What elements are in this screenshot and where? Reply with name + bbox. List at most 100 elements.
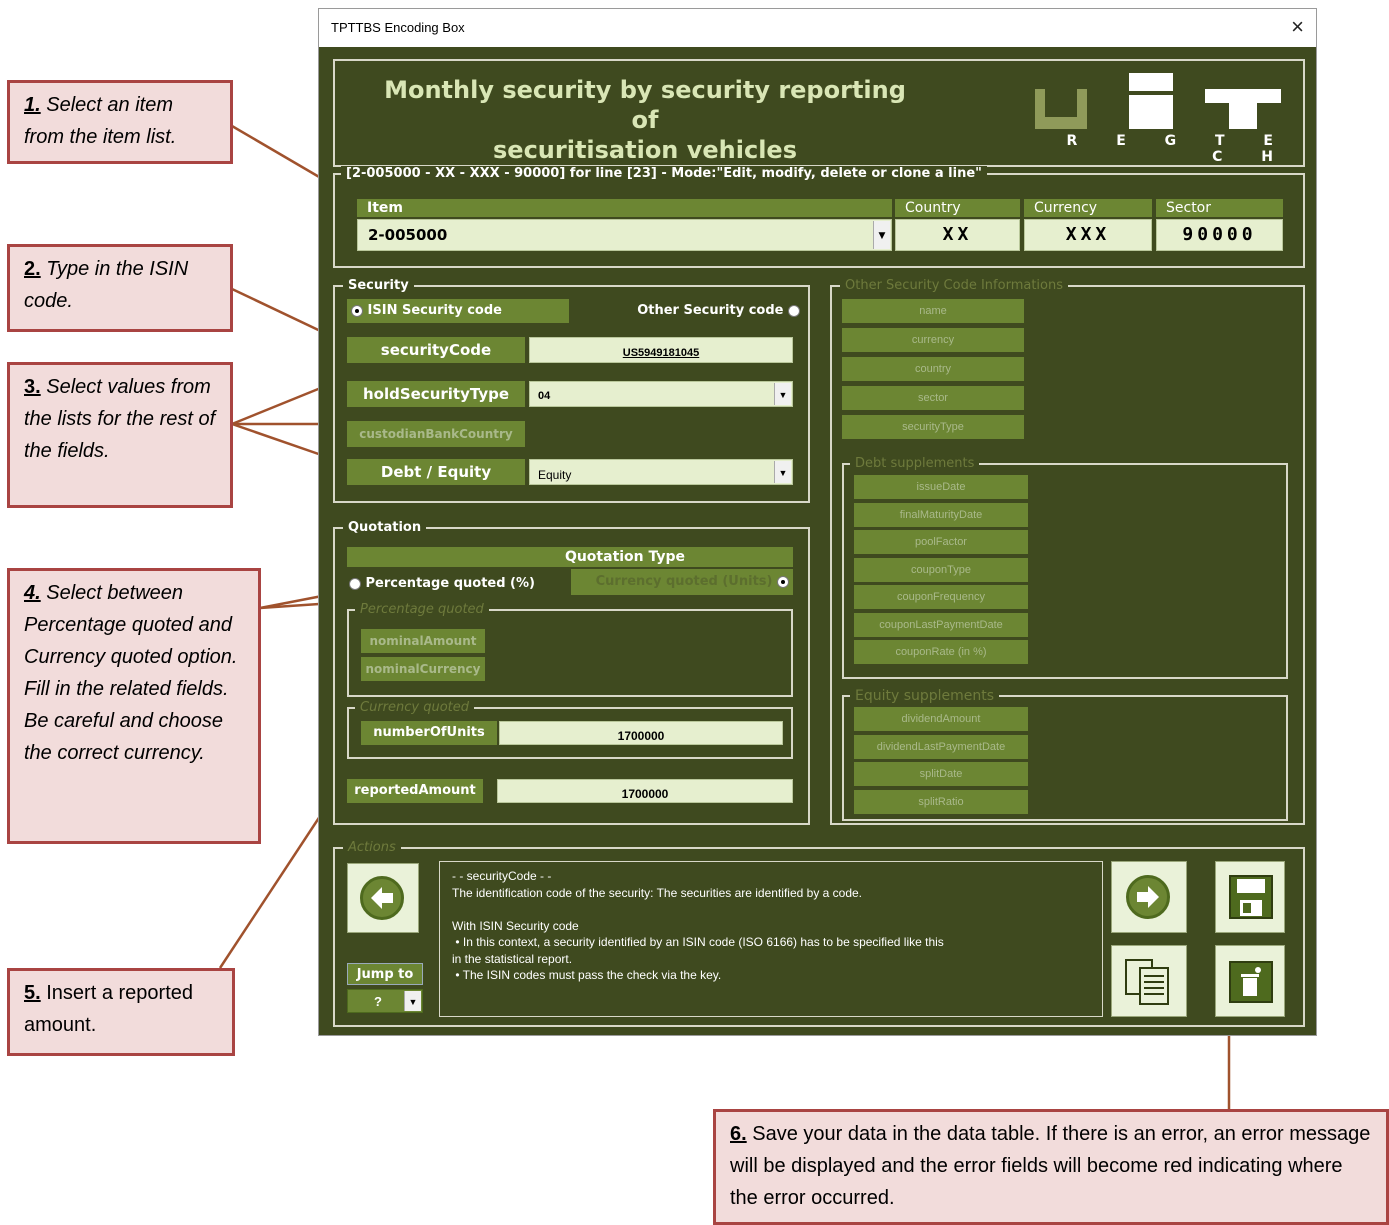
info-field-label: securityType: [842, 415, 1024, 439]
callout-6-number: 6.: [730, 1123, 747, 1145]
info-field-label: issueDate: [854, 475, 1028, 499]
isin-option[interactable]: ISIN Security code: [347, 299, 569, 323]
header-title-line2: securitisation vehicles: [493, 136, 797, 164]
reported-amount-value: 1700000: [621, 787, 669, 801]
percentage-label: Percentage quoted (%): [365, 576, 535, 591]
close-icon[interactable]: ×: [1291, 14, 1304, 40]
callout-4-number: 4.: [24, 582, 41, 604]
callout-6: 6. Save your data in the data table. If …: [713, 1109, 1389, 1225]
chevron-down-icon[interactable]: ▼: [404, 991, 421, 1011]
other-code-label: Other Security code: [637, 303, 784, 318]
actions-legend: Actions: [343, 840, 401, 855]
callout-5-text: Insert a reported amount.: [24, 982, 193, 1036]
help-line: • In this context, a security identified…: [452, 935, 944, 949]
chevron-down-icon[interactable]: ▼: [873, 221, 890, 249]
callout-6-text: Save your data in the data table. If the…: [730, 1123, 1371, 1209]
save-button[interactable]: [1215, 861, 1285, 933]
actions-section: Actions Jump to ? ▼ - - securityCode - -…: [333, 840, 1305, 1027]
quotation-legend: Quotation: [343, 520, 427, 535]
info-field-label: couponFrequency: [854, 585, 1028, 609]
percentage-quoted-group: Percentage quoted nominalAmount nominalC…: [347, 602, 793, 697]
item-header: Item: [357, 199, 892, 217]
help-line: in the statistical report.: [452, 951, 573, 966]
header-panel: Monthly security by security reporting o…: [333, 59, 1305, 167]
help-line: • The ISIN codes must pass the check via…: [452, 968, 722, 982]
jump-to-select[interactable]: ? ▼: [347, 989, 423, 1013]
reported-amount-input[interactable]: 1700000: [497, 779, 793, 803]
other-info-legend: Other Security Code Informations: [840, 278, 1068, 293]
chevron-down-icon[interactable]: ▼: [774, 383, 791, 405]
info-field-label: sector: [842, 386, 1024, 410]
percentage-quoted-legend: Percentage quoted: [355, 602, 489, 617]
isin-radio[interactable]: [351, 304, 363, 317]
currency-radio[interactable]: [777, 575, 789, 588]
info-field-label: country: [842, 357, 1024, 381]
line-section: [2-005000 - XX - XXX - 90000] for line […: [333, 166, 1305, 268]
info-field-label: currency: [842, 328, 1024, 352]
isin-label: ISIN Security code: [367, 303, 502, 318]
clone-button[interactable]: [1111, 945, 1187, 1017]
encoding-box-window: TPTTBS Encoding Box × Monthly security b…: [318, 8, 1317, 1036]
percentage-radio[interactable]: [349, 577, 361, 590]
help-line: [452, 901, 1090, 918]
help-line: - - securityCode - -: [452, 869, 552, 883]
header-title: Monthly security by security reporting o…: [375, 75, 915, 165]
debt-equity-select[interactable]: Equity ▼: [529, 459, 793, 485]
other-code-option[interactable]: Other Security code: [605, 303, 800, 318]
callout-3-text: Select values from the lists for the res…: [24, 376, 216, 462]
hold-security-type-select[interactable]: 04 ▼: [529, 381, 793, 407]
line-section-legend: [2-005000 - XX - XXX - 90000] for line […: [341, 166, 987, 181]
item-select[interactable]: 2-005000 ▼: [357, 219, 892, 251]
window-title: TPTTBS Encoding Box: [331, 20, 465, 35]
trash-icon: [1229, 961, 1273, 1003]
callout-4-text: Select between Percentage quoted and Cur…: [24, 582, 238, 764]
security-code-label: securityCode: [347, 337, 525, 363]
other-code-radio[interactable]: [788, 304, 800, 317]
number-of-units-value: 1700000: [617, 729, 665, 743]
security-section: Security ISIN Security code Other Securi…: [333, 278, 810, 503]
callout-3-number: 3.: [24, 376, 41, 398]
callout-2: 2. Type in the ISIN code.: [7, 244, 233, 332]
debt-supplements-group: Debt supplements issueDate finalMaturityD…: [842, 456, 1288, 679]
number-of-units-input[interactable]: 1700000: [499, 721, 783, 745]
delete-button[interactable]: [1215, 945, 1285, 1017]
equity-supplements-group: Equity supplements dividendAmount dividen…: [842, 688, 1288, 821]
sector-header: Sector: [1156, 199, 1283, 217]
debt-equity-value: Equity: [538, 468, 572, 482]
info-field-label: dividendLastPaymentDate: [854, 734, 1028, 759]
callout-4: 4. Select between Percentage quoted and …: [7, 568, 261, 844]
chevron-down-icon[interactable]: ▼: [774, 461, 791, 483]
number-of-units-label: numberOfUnits: [361, 721, 497, 745]
jump-to-label: Jump to: [347, 963, 423, 985]
item-select-value: 2-005000: [368, 226, 448, 244]
currency-quoted-legend: Currency quoted: [355, 700, 475, 715]
info-field-label: name: [842, 299, 1024, 323]
security-code-value: US5949181045: [622, 347, 700, 359]
quotation-section: Quotation Quotation Type Percentage quot…: [333, 520, 810, 825]
help-panel: - - securityCode - - The identification c…: [439, 861, 1103, 1017]
nominal-amount-label: nominalAmount: [361, 629, 485, 653]
currency-header: Currency: [1024, 199, 1152, 217]
callout-5: 5. Insert a reported amount.: [7, 968, 235, 1056]
country-header: Country: [895, 199, 1020, 217]
custodian-bank-country-label: custodianBankCountry: [347, 421, 525, 447]
security-code-input[interactable]: US5949181045: [529, 337, 793, 363]
quotation-type-header: Quotation Type: [347, 547, 793, 567]
nominal-currency-label: nominalCurrency: [361, 657, 485, 681]
debt-supplements-legend: Debt supplements: [850, 456, 980, 471]
currency-value: XXX: [1024, 219, 1152, 251]
previous-button[interactable]: [347, 863, 419, 933]
currency-quoted-label: Currency quoted (Units): [595, 574, 773, 589]
debt-equity-label: Debt / Equity: [347, 459, 525, 485]
callout-1-number: 1.: [24, 94, 41, 116]
info-field-label: couponLastPaymentDate: [854, 612, 1028, 637]
other-info-section: Other Security Code Informations name cur…: [830, 278, 1305, 825]
sector-value: 90000: [1156, 219, 1283, 251]
currency-quoted-option[interactable]: Currency quoted (Units): [571, 569, 793, 595]
title-bar: TPTTBS Encoding Box ×: [319, 9, 1316, 47]
arrow-right-icon: [1126, 875, 1170, 919]
next-button[interactable]: [1111, 861, 1187, 933]
help-line: The identification code of the security:…: [452, 885, 863, 900]
percentage-quoted-option[interactable]: Percentage quoted (%): [349, 571, 571, 597]
floppy-disk-icon: [1229, 875, 1273, 919]
